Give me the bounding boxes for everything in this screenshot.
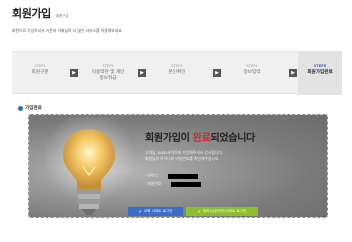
completion-banner: 회원가입이 완료되었습니다 고객님, KIRD사이트에 가입해주셔서 감사합니다… <box>28 114 328 218</box>
user-id-row: · 아이디 <box>145 173 198 179</box>
page-title: 회원가입 <box>12 7 51 20</box>
step-4-label: 정보입력 <box>243 70 261 75</box>
step-2: STEP2 이용약관 및 개인정보취급 <box>80 52 136 95</box>
member-number-label: · 회원번호 <box>145 181 162 186</box>
step-4-number: STEP4 <box>246 64 258 68</box>
title-part-1: 회원가입이 <box>145 133 193 144</box>
bullet-icon <box>18 105 23 111</box>
completion-title: 회원가입이 완료되었습니다 <box>145 129 255 144</box>
user-id-redacted <box>167 173 198 179</box>
step-1: STEP1 회원구분 <box>12 52 68 95</box>
step-1-number: STEP1 <box>34 64 46 68</box>
user-id-label: · 아이디 <box>145 173 158 178</box>
step-3: STEP3 본인확인 <box>148 52 206 95</box>
page-subtitle: 회원구분 <box>55 14 69 18</box>
title-accent: 완료 <box>192 133 211 144</box>
step-5-label: 회원가입완료 <box>307 70 333 75</box>
step-2-number: STEP2 <box>102 64 114 68</box>
lightbulb-icon <box>43 117 135 215</box>
step-1-label: 회원구분 <box>31 70 49 75</box>
education-site-login-button[interactable]: ✔ 교육 사이트 로그인 <box>128 207 183 216</box>
step-arrow-icon: ▶ <box>70 69 78 77</box>
step-3-number: STEP3 <box>171 64 183 68</box>
step-3-label: 본인확인 <box>168 70 186 75</box>
completion-message: 고객님, KIRD사이트에 가입해주셔서 감사합니다. 회원님의 아이디와 비밀… <box>145 150 223 162</box>
member-number-row: · 회원번호 <box>145 181 202 187</box>
section-heading: 가입완료 <box>18 105 42 111</box>
section-heading-label: 가입완료 <box>25 106 42 111</box>
step-4: STEP4 정보입력 <box>223 52 281 95</box>
elearning-site-login-label: 이러닝(온라인)사이트 로그인 <box>202 209 247 213</box>
step-5-number: STEP5 <box>313 64 327 68</box>
step-arrow-icon: ▶ <box>289 69 297 77</box>
message-line-2: 회원님의 아이디와 비밀번호를 확인해주십시오. <box>145 156 220 161</box>
page-description: 회원으로 가입하셔서 기존과 이회님의 더 많은 서비스를 이용해보세요. <box>12 28 123 33</box>
title-part-2: 되었습니다 <box>210 133 256 144</box>
education-site-login-label: 교육 사이트 로그인 <box>143 209 173 213</box>
check-icon: ✔ <box>138 209 142 214</box>
step-arrow-icon: ▶ <box>138 69 146 77</box>
page-header: 회원가입 회원구분 회원으로 가입하셔서 기존과 이회님의 더 많은 서비스를 … <box>12 5 342 34</box>
step-2-label: 이용약관 및 개인정보취급 <box>91 70 125 81</box>
step-arrow-icon: ▶ <box>213 69 221 77</box>
step-5: STEP5 회원가입완료 <box>298 52 342 95</box>
signup-stepbar: STEP1 회원구분 ▶ STEP2 이용약관 및 개인정보취급 ▶ STEP3… <box>12 51 342 95</box>
member-number-redacted <box>171 181 202 187</box>
title-row: 회원가입 회원구분 <box>12 5 342 21</box>
elearning-site-login-button[interactable]: ✔ 이러닝(온라인)사이트 로그인 <box>186 207 258 216</box>
check-icon: ✔ <box>197 209 201 214</box>
